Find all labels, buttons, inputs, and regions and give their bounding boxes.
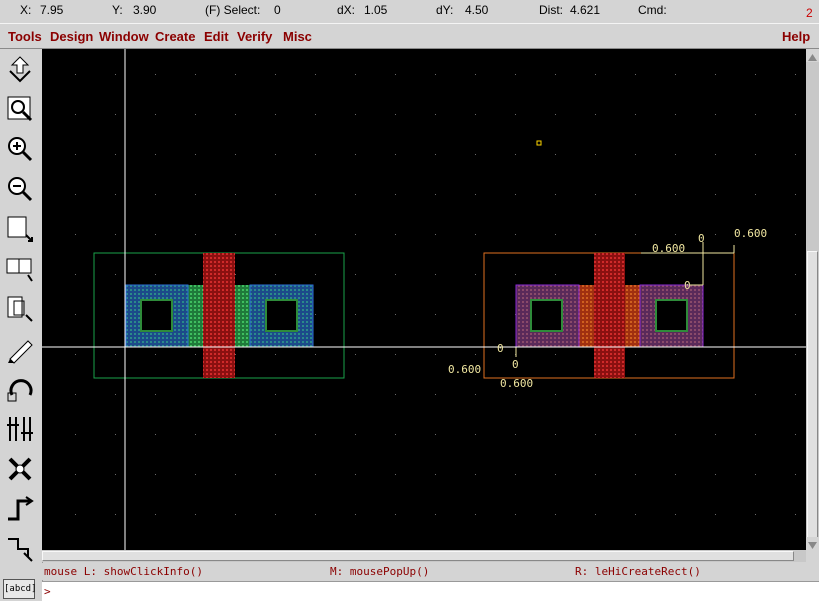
menu-bar: Tools Design Window Create Edit Verify M… <box>0 23 819 49</box>
command-prompt: > <box>44 585 51 598</box>
mouse-middle-binding: M: mousePopUp() <box>330 565 430 578</box>
menu-verify[interactable]: Verify <box>237 29 272 44</box>
ruler-label-bottom-value: 0.600 <box>500 377 533 390</box>
stretch-icon[interactable] <box>4 213 36 245</box>
ruler-label-top-zero: 0 <box>698 232 705 245</box>
select-count-label: (F) Select: <box>205 3 261 17</box>
x-coord-value: 7.95 <box>40 3 64 17</box>
edit-properties-icon[interactable] <box>4 333 36 365</box>
fit-view-icon[interactable] <box>4 93 36 125</box>
command-input[interactable]: > <box>42 581 819 601</box>
contact-left-2[interactable] <box>265 299 298 332</box>
status-bar: X: 7.95 Y: 3.90 (F) Select: 0 dX: 1.05 d… <box>0 0 819 22</box>
undo-icon[interactable] <box>4 373 36 405</box>
ruler-label-bottom-zero: 0 <box>512 358 519 371</box>
dx-value: 1.05 <box>364 3 388 17</box>
horizontal-scroll-thumb[interactable] <box>42 551 794 561</box>
menu-tools[interactable]: Tools <box>8 29 42 44</box>
create-polygon-icon[interactable] <box>4 533 36 565</box>
menu-misc[interactable]: Misc <box>283 29 312 44</box>
vertical-scrollbar[interactable] <box>806 49 819 550</box>
poly-gate-left[interactable] <box>203 253 235 378</box>
copy-icon[interactable] <box>4 253 36 285</box>
contact-right-1[interactable] <box>530 299 563 332</box>
horizontal-scrollbar[interactable] <box>42 550 806 562</box>
x-coord-label: X: <box>20 3 32 17</box>
save-icon[interactable] <box>4 53 36 85</box>
ruler-label-top-right: 0.600 <box>734 227 767 240</box>
tool-palette: [abcd] <box>0 49 43 600</box>
cmd-label: Cmd: <box>638 3 667 17</box>
mouse-left-binding: mouse L: showClickInfo() <box>44 565 203 578</box>
ruler-label-right-zero: 0 <box>684 279 691 292</box>
mouse-binding-bar: mouse L: showClickInfo() M: mousePopUp()… <box>42 563 819 580</box>
zoom-in-icon[interactable] <box>4 133 36 165</box>
layout-canvas[interactable]: 0 0.600 0.600 0 0 0.600 0 0.600 <box>42 49 806 550</box>
abcd-label-button[interactable]: [abcd] <box>3 579 37 599</box>
contact-left-1[interactable] <box>140 299 173 332</box>
create-path-icon[interactable] <box>4 493 36 525</box>
dy-label: dY: <box>436 3 454 17</box>
dx-label: dX: <box>337 3 356 17</box>
layout-drawing: 0 0.600 0.600 0 0 0.600 0 0.600 <box>42 49 806 550</box>
menu-design[interactable]: Design <box>50 29 93 44</box>
create-instance-icon[interactable] <box>4 453 36 485</box>
y-coord-label: Y: <box>112 3 123 17</box>
menu-create[interactable]: Create <box>155 29 195 44</box>
menu-edit[interactable]: Edit <box>204 29 229 44</box>
move-icon[interactable] <box>4 293 36 325</box>
contact-right-2[interactable] <box>655 299 688 332</box>
ruler-label-top-mid: 0.600 <box>652 242 685 255</box>
ruler-label-left-value: 0.600 <box>448 363 481 376</box>
mouse-right-binding: R: leHiCreateRect() <box>575 565 701 578</box>
zoom-out-icon[interactable] <box>4 173 36 205</box>
menu-window[interactable]: Window <box>99 29 149 44</box>
dist-value: 4.621 <box>570 3 601 17</box>
dist-label: Dist: <box>539 3 563 17</box>
poly-gate-right[interactable] <box>594 253 625 378</box>
ruler-label-left-zero: 0 <box>497 342 504 355</box>
scroll-up-arrow-icon[interactable] <box>806 49 819 62</box>
y-coord-value: 3.90 <box>133 3 157 17</box>
window-number: 2 <box>806 6 813 20</box>
select-count-value: 0 <box>274 3 281 17</box>
redo-icon[interactable] <box>4 413 36 445</box>
menu-help[interactable]: Help <box>782 29 810 44</box>
scroll-down-arrow-icon[interactable] <box>806 537 819 550</box>
dy-value: 4.50 <box>465 3 489 17</box>
vertical-scroll-thumb[interactable] <box>807 251 818 541</box>
